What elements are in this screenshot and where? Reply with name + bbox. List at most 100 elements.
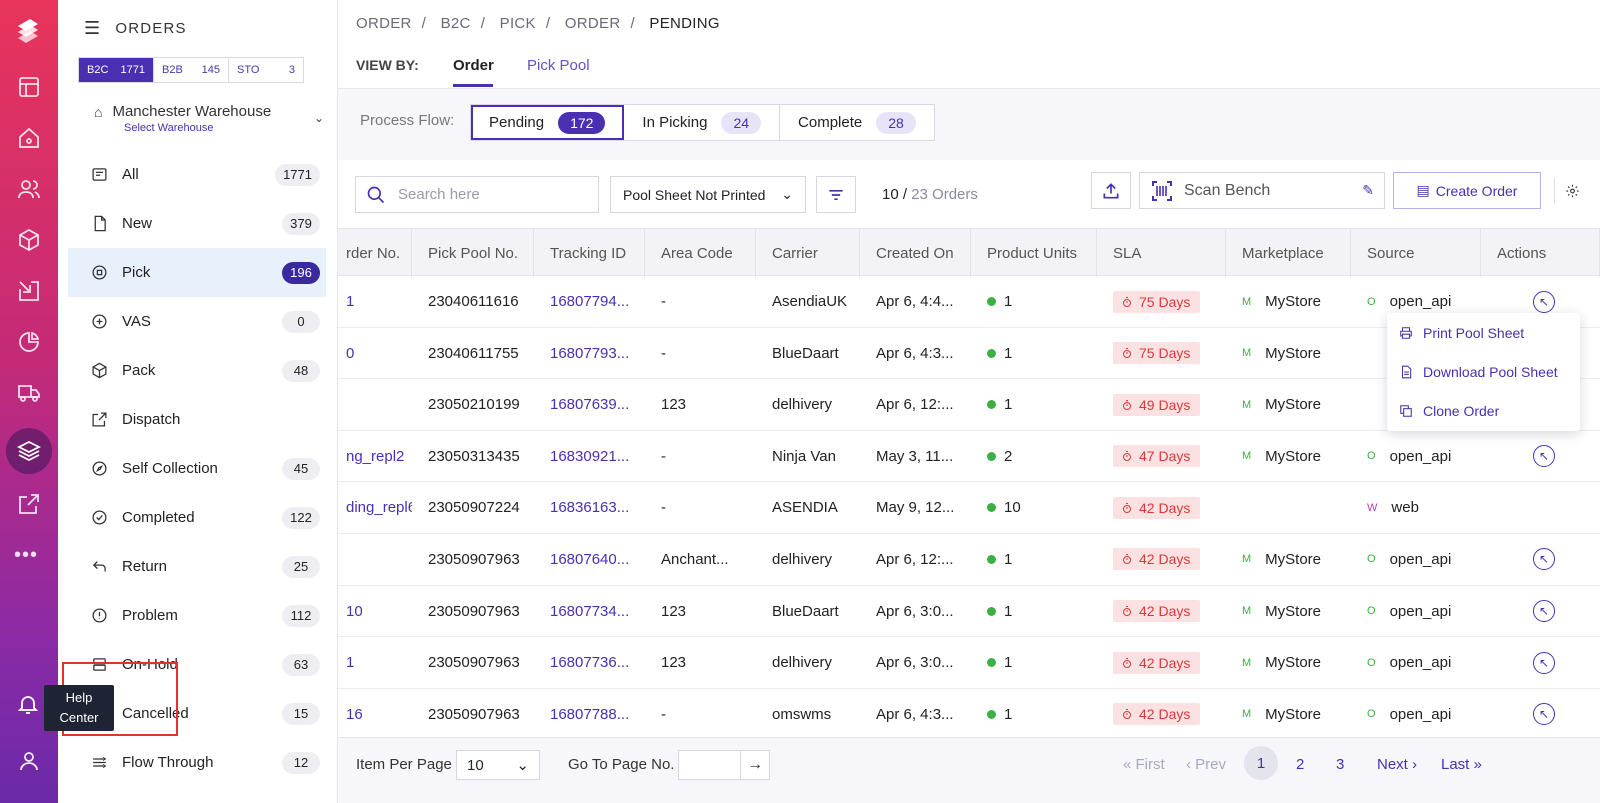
table-row[interactable]: 10 23050907963 16807734... 123 BlueDaart… [338,586,1600,638]
action-menu-icon[interactable]: ↖ [1533,290,1555,313]
sidebar-item-new[interactable]: New 379 [68,199,326,248]
download-pool-sheet-item[interactable]: Download Pool Sheet [1387,352,1580,391]
select-warehouse-link[interactable]: Select Warehouse [124,122,324,134]
sidebar-item-problem[interactable]: Problem 112 [68,591,326,640]
tab-order[interactable]: Order [453,57,494,74]
external-icon[interactable] [14,489,44,519]
users-icon[interactable] [14,174,44,204]
tracking-id-link[interactable]: 16807734... [534,586,645,637]
order-number-link[interactable] [338,379,412,430]
tracking-id-link[interactable]: 16807736... [534,637,645,688]
hamburger-icon[interactable]: ☰ [84,18,101,39]
sidebar-item-completed[interactable]: Completed 122 [68,493,326,542]
user-icon[interactable] [14,746,44,776]
home-icon[interactable] [14,123,44,153]
sidebar-item-all[interactable]: All 1771 [68,150,326,199]
last-page-button[interactable]: Last » [1441,756,1482,773]
tracking-id-link[interactable]: 16830921... [534,431,645,482]
page-2-button[interactable]: 2 [1296,756,1304,773]
truck-icon[interactable] [14,378,44,408]
tracking-id-link[interactable]: 16807640... [534,534,645,585]
sidebar-item-self-collection[interactable]: Self Collection 45 [68,444,326,493]
sidebar-item-vas[interactable]: VAS 0 [68,297,326,346]
page-3-button[interactable]: 3 [1336,756,1344,773]
crumb-order-2[interactable]: ORDER [565,15,621,32]
tracking-id-link[interactable]: 16807794... [534,276,645,327]
segment-sto[interactable]: STO 3 [229,58,303,82]
sidebar-item-return[interactable]: Return 25 [68,542,326,591]
sidebar-item-dispatch[interactable]: Dispatch [68,395,326,444]
order-number-link[interactable]: 10 [338,586,412,637]
column-header[interactable]: Product Units [971,229,1097,277]
segment-b2b[interactable]: B2B 145 [154,58,229,82]
app-logo-icon[interactable] [12,14,44,46]
crumb-b2c[interactable]: B2C [441,15,471,32]
order-number-link[interactable]: 0 [338,328,412,379]
search-input[interactable] [398,186,578,203]
segment-b2c[interactable]: B2C 1771 [79,58,154,82]
pool-sheet-filter-select[interactable]: Pool Sheet Not Printed ⌄ [610,176,806,213]
upload-button[interactable] [1091,172,1131,209]
column-header[interactable]: Pick Pool No. [412,229,534,277]
column-header[interactable]: SLA [1097,229,1226,277]
package-icon[interactable] [14,225,44,255]
flow-pending[interactable]: Pending 172 [471,105,625,140]
print-pool-sheet-item[interactable]: Print Pool Sheet [1387,313,1580,352]
bell-icon[interactable] [12,688,44,720]
order-number-link[interactable]: ding_repl6 [338,482,412,533]
crumb-pick[interactable]: PICK [500,15,536,32]
column-header[interactable]: Created On [860,229,971,277]
tracking-id-link[interactable]: 16807788... [534,689,645,740]
flow-complete[interactable]: Complete 28 [780,105,934,140]
column-header[interactable]: Carrier [756,229,860,277]
first-page-button[interactable]: « First [1123,756,1165,773]
sidebar-item-pick[interactable]: Pick 196 [68,248,326,297]
inbound-icon[interactable] [14,276,44,306]
action-menu-icon[interactable]: ↖ [1533,445,1555,468]
table-row[interactable]: ding_repl6 23050907224 16836163... - ASE… [338,482,1600,534]
page-1-button[interactable]: 1 [1244,746,1278,780]
scan-bench-field[interactable]: Scan Bench ✎ [1139,172,1385,209]
go-arrow-button[interactable]: → [740,750,770,780]
action-menu-icon[interactable]: ↖ [1533,600,1555,623]
settings-button[interactable] [1554,178,1580,204]
column-header[interactable]: Area Code [645,229,756,277]
clone-order-item[interactable]: Clone Order [1387,391,1580,430]
order-number-link[interactable]: 1 [338,276,412,327]
edit-icon[interactable]: ✎ [1362,182,1374,199]
create-order-button[interactable]: ▤ Create Order [1393,172,1541,209]
crumb-order[interactable]: ORDER [356,15,412,32]
layout-icon[interactable] [14,72,44,102]
go-to-page-input[interactable] [678,750,742,780]
prev-page-button[interactable]: ‹ Prev [1186,756,1226,773]
more-icon[interactable]: ••• [14,544,38,567]
items-per-page-select[interactable]: 10 ⌄ [456,750,540,780]
table-row[interactable]: 1 23050907963 16807736... 123 delhivery … [338,637,1600,689]
column-header[interactable]: Source [1351,229,1481,277]
warehouse-selector[interactable]: ⌂ Manchester Warehouse Select Warehouse ⌄ [94,103,324,134]
table-row[interactable]: ng_repl2 23050313435 16830921... - Ninja… [338,431,1600,483]
tracking-id-link[interactable]: 16807639... [534,379,645,430]
sidebar-item-flow-through[interactable]: Flow Through 12 [68,738,326,787]
flow-in-picking[interactable]: In Picking 24 [624,105,781,140]
next-page-button[interactable]: Next › [1377,756,1417,773]
action-menu-icon[interactable]: ↖ [1533,548,1555,571]
table-row[interactable]: 16 23050907963 16807788... - omswms Apr … [338,689,1600,741]
chevron-down-icon[interactable]: ⌄ [314,111,324,125]
tracking-id-link[interactable]: 16836163... [534,482,645,533]
filter-button[interactable] [816,176,856,213]
column-header[interactable]: Marketplace [1226,229,1351,277]
action-menu-icon[interactable]: ↖ [1533,651,1555,674]
action-menu-icon[interactable]: ↖ [1533,703,1555,726]
layers-icon[interactable] [14,436,44,466]
order-number-link[interactable]: 1 [338,637,412,688]
order-number-link[interactable]: ng_repl2 [338,431,412,482]
tracking-id-link[interactable]: 16807793... [534,328,645,379]
sidebar-item-pack[interactable]: Pack 48 [68,346,326,395]
tab-pick-pool[interactable]: Pick Pool [527,57,590,74]
column-header[interactable]: Tracking ID [534,229,645,277]
column-header[interactable]: Actions [1481,229,1600,277]
order-number-link[interactable] [338,534,412,585]
pie-chart-icon[interactable] [14,327,44,357]
table-row[interactable]: 23050907963 16807640... Anchant... delhi… [338,534,1600,586]
